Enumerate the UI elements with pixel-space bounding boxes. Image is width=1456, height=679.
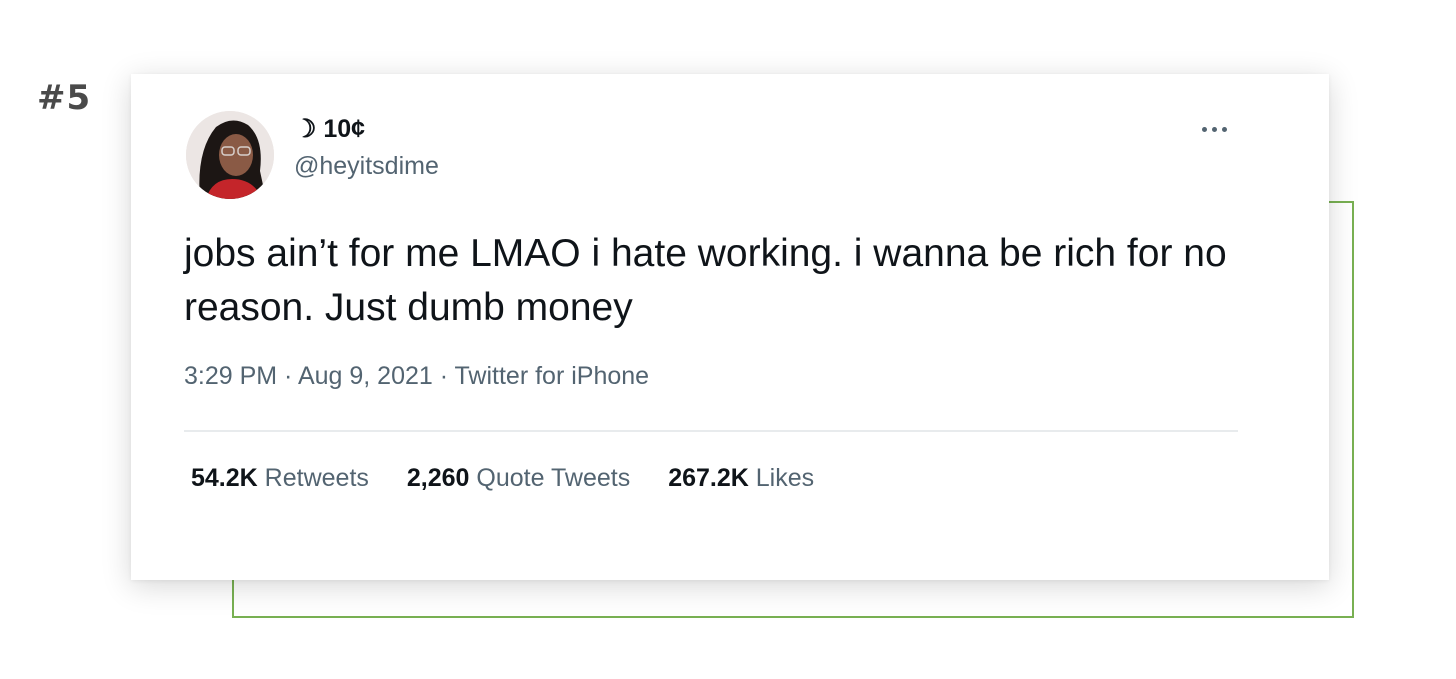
tweet-text: jobs ain’t for me LMAO i hate working. i…: [184, 232, 1227, 329]
more-options-icon[interactable]: [1191, 114, 1237, 144]
divider: [184, 430, 1238, 432]
likes-stat[interactable]: 267.2K Likes: [668, 464, 814, 493]
tweet-card: ☽ 10¢ @heyitsdime jobs ain’t for me LMAO…: [131, 74, 1329, 580]
display-name[interactable]: ☽ 10¢: [294, 114, 365, 144]
tweet-timestamp[interactable]: 3:29 PM · Aug 9, 2021 · Twitter for iPho…: [184, 362, 649, 391]
retweets-stat[interactable]: 54.2K Retweets: [191, 464, 369, 493]
likes-count: 267.2K: [668, 464, 749, 492]
quote-tweets-label: Quote Tweets: [476, 464, 631, 492]
quote-tweets-count: 2,260: [406, 464, 470, 492]
retweets-count: 54.2K: [191, 464, 258, 492]
retweets-label: Retweets: [264, 464, 369, 492]
likes-label: Likes: [755, 464, 815, 492]
tweet-stats: 54.2K Retweets 2,260 Quote Tweets 267.2K…: [191, 464, 814, 493]
avatar[interactable]: [186, 111, 274, 199]
quote-tweets-stat[interactable]: 2,260 Quote Tweets: [407, 464, 630, 493]
rank-number: #5: [37, 78, 92, 118]
user-handle[interactable]: @heyitsdime: [294, 152, 439, 181]
